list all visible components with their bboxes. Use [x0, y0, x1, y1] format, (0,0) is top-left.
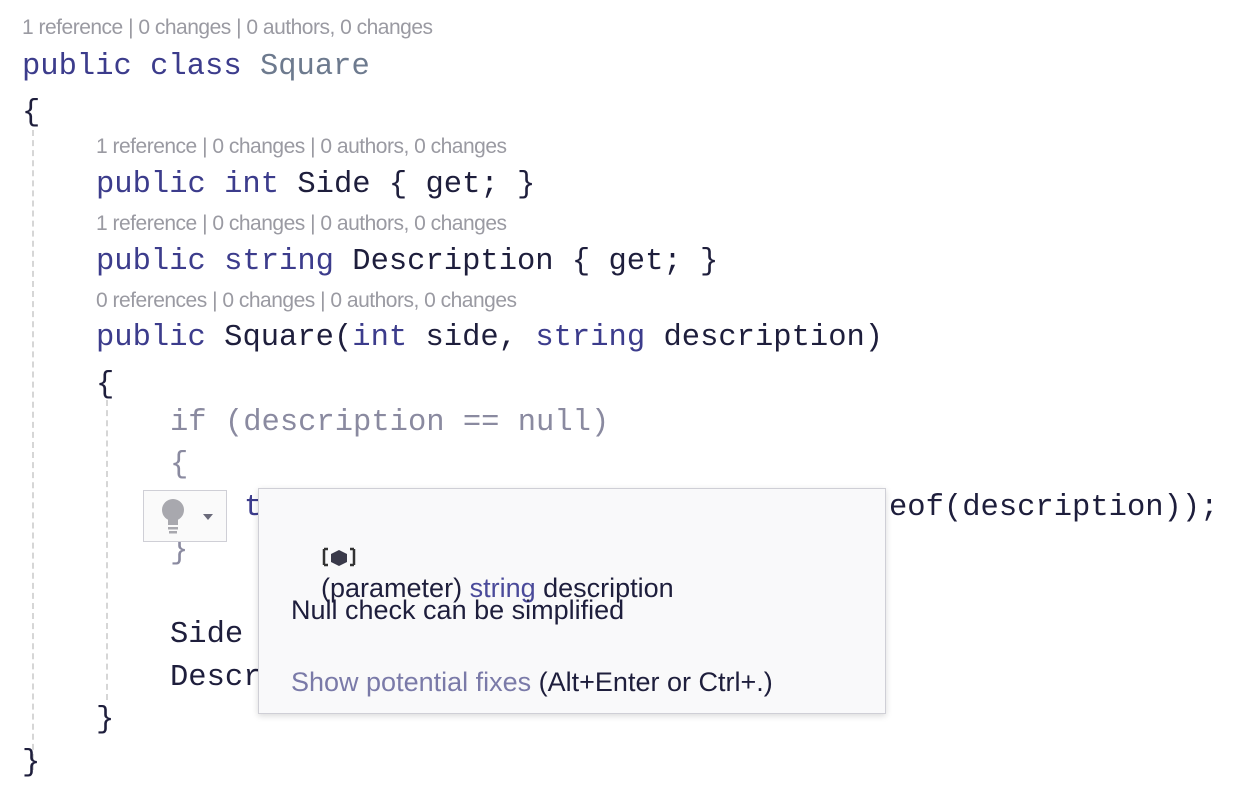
brace: {	[96, 368, 115, 402]
code-line-class: public class Square	[22, 47, 370, 87]
indent-guide	[32, 130, 34, 770]
fix-row: Show potential fixes (Alt+Enter or Ctrl+…	[291, 667, 773, 698]
codelens-side[interactable]: 1 reference | 0 changes | 0 authors, 0 c…	[96, 134, 507, 160]
chevron-down-icon[interactable]	[202, 513, 214, 521]
keyword: int	[352, 321, 408, 355]
codelens-ctor[interactable]: 0 references | 0 changes | 0 authors, 0 …	[96, 288, 517, 314]
brace: }	[96, 703, 115, 737]
codelens-description[interactable]: 1 reference | 0 changes | 0 authors, 0 c…	[96, 211, 507, 237]
code-text: Side { get; }	[297, 168, 536, 202]
code-text: side,	[425, 321, 518, 355]
code-line-description: public string Description { get; }	[96, 242, 718, 282]
brace: {	[22, 96, 41, 130]
keyword: public string	[96, 245, 334, 279]
parameter-icon	[322, 547, 356, 567]
code-line-throw-end: eof(description));	[889, 491, 1219, 525]
keyword: public	[96, 321, 206, 355]
code-text: Square(	[224, 321, 353, 355]
keyword: string	[535, 321, 646, 355]
code-text: Description { get; }	[352, 245, 719, 279]
keyword: public class	[22, 50, 242, 84]
code-text: description)	[663, 321, 884, 355]
lightbulb-icon	[162, 499, 184, 534]
keyword: public int	[96, 168, 280, 202]
shortcut-hint: (Alt+Enter or Ctrl+.)	[538, 667, 773, 697]
code-line-description-assign: Descr	[170, 661, 262, 695]
brace: }	[22, 746, 41, 780]
show-fixes-link[interactable]: Show potential fixes	[291, 667, 531, 697]
lightbulb-button[interactable]	[143, 490, 227, 542]
diagnostic-message: Null check can be simplified	[291, 595, 625, 625]
code-line-ctor: public Square(int side, string descripti…	[96, 318, 883, 358]
quick-info-popup: (parameter) string description Null chec…	[258, 488, 886, 714]
code-line-if: if (description == null)	[170, 406, 610, 440]
brace: {	[170, 448, 189, 482]
code-line-side-assign: Side	[170, 618, 244, 652]
code-line-side: public int Side { get; }	[96, 165, 535, 205]
type-name: Square	[259, 50, 370, 84]
codelens-class[interactable]: 1 reference | 0 changes | 0 authors, 0 c…	[22, 15, 433, 41]
indent-guide	[106, 400, 108, 700]
